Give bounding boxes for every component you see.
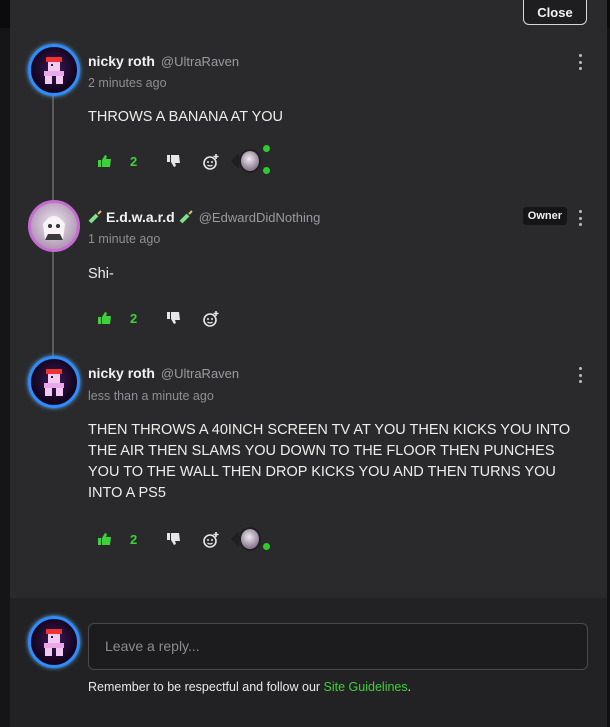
thumbs-down-icon[interactable] — [167, 311, 181, 325]
comments-panel: Close nicky roth @UltraRaven 2 minutes a… — [10, 0, 607, 727]
author-handle[interactable]: @EdwardDidNothing — [199, 210, 321, 225]
site-guidelines-link[interactable]: Site Guidelines — [324, 680, 408, 694]
more-options-icon[interactable] — [575, 367, 585, 383]
chip-arrow — [231, 153, 240, 169]
reply-input[interactable]: Leave a reply... — [88, 623, 588, 670]
more-options-icon[interactable] — [575, 210, 585, 226]
author-name[interactable]: E.d.w.a.r.d — [106, 209, 175, 225]
reactor-avatar — [239, 149, 262, 173]
author-name[interactable]: nicky roth — [88, 365, 155, 381]
comment-time: 2 minutes ago — [88, 76, 167, 90]
thumbs-down-icon[interactable] — [167, 154, 181, 168]
author-row: E.d.w.a.r.d @EdwardDidNothing — [88, 209, 320, 225]
avatar[interactable] — [28, 356, 80, 408]
comment-actions: 2 — [98, 145, 271, 175]
more-options-icon[interactable] — [575, 54, 585, 70]
guidelines-notice: Remember to be respectful and follow our… — [88, 680, 411, 694]
syringe-icon — [179, 210, 193, 224]
author-row: nicky roth @UltraRaven — [88, 365, 239, 381]
avatar-figure-icon — [44, 368, 64, 396]
comment-time: less than a minute ago — [88, 389, 214, 403]
avatar-figure-icon — [44, 628, 64, 656]
like-count: 2 — [130, 531, 138, 547]
thumbs-up-icon[interactable] — [98, 532, 112, 546]
thumbs-down-icon[interactable] — [167, 532, 181, 546]
close-button[interactable]: Close — [523, 0, 587, 25]
add-reaction-icon[interactable] — [203, 532, 219, 548]
comment-actions: 2 — [98, 525, 271, 553]
comment-text: THEN THROWS A 40INCH SCREEN TV AT YOU TH… — [88, 422, 571, 501]
online-indicator — [263, 145, 271, 152]
add-reaction-icon[interactable] — [203, 154, 219, 170]
comment-text: THROWS A BANANA AT YOU — [88, 109, 283, 125]
thumbs-up-icon[interactable] — [98, 311, 112, 325]
avatar-character-icon — [43, 215, 65, 240]
online-indicator — [263, 543, 271, 550]
syringe-icon — [88, 210, 102, 224]
reaction-chip[interactable] — [231, 145, 271, 175]
chip-arrow — [231, 531, 240, 547]
like-count: 2 — [130, 153, 138, 169]
avatar[interactable] — [28, 44, 80, 96]
comment-actions: 2 — [98, 306, 231, 330]
author-name[interactable]: nicky roth — [88, 53, 155, 69]
reaction-chip[interactable] — [231, 525, 271, 553]
author-handle[interactable]: @UltraRaven — [161, 366, 239, 381]
avatar-figure-icon — [44, 56, 64, 84]
left-edge — [0, 28, 10, 727]
comment-text: Shi- — [88, 266, 114, 282]
online-indicator — [263, 167, 271, 174]
reply-section: Leave a reply... Remember to be respectf… — [10, 598, 607, 727]
thumbs-up-icon[interactable] — [98, 154, 112, 168]
guidelines-suffix: . — [407, 680, 412, 694]
author-row: nicky roth @UltraRaven — [88, 53, 239, 69]
author-handle[interactable]: @UltraRaven — [161, 54, 239, 69]
avatar[interactable] — [28, 200, 80, 252]
owner-badge: Owner — [522, 207, 567, 225]
guidelines-prefix: Remember to be respectful and follow our — [88, 680, 324, 694]
current-user-avatar — [28, 616, 80, 668]
reactor-avatar — [239, 527, 262, 551]
add-reaction-icon[interactable] — [203, 311, 219, 327]
comment-time: 1 minute ago — [88, 232, 161, 246]
like-count: 2 — [130, 310, 138, 326]
